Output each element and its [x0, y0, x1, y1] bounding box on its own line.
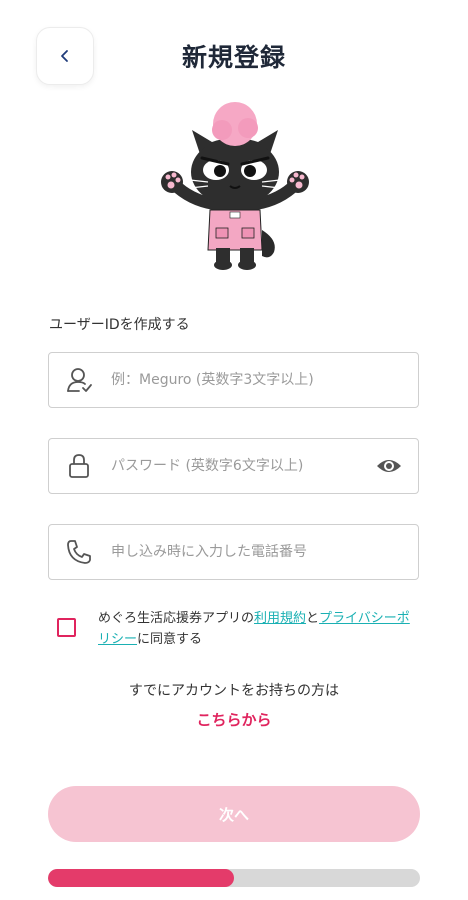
- lock-icon: [63, 450, 95, 482]
- next-button[interactable]: 次へ: [48, 786, 420, 842]
- agreement-text: めぐろ生活応援券アプリの利用規約とプライバシーポリシーに同意する: [98, 608, 418, 650]
- phone-input[interactable]: [109, 524, 418, 580]
- agreement-text-and: と: [306, 611, 320, 626]
- black-cat-mascot: [161, 102, 309, 270]
- have-account-text: すでにアカウントをお持ちの方は: [128, 683, 340, 699]
- password-field-wrapper[interactable]: [48, 438, 419, 494]
- agreement-text-before: めぐろ生活応援券アプリの: [98, 611, 255, 626]
- login-link[interactable]: こちらから: [0, 709, 468, 730]
- agreement-text-after: に同意する: [137, 632, 203, 647]
- progress-bar: [48, 869, 420, 887]
- page-title: 新規登録: [181, 43, 286, 72]
- user-icon: [63, 364, 95, 396]
- password-input[interactable]: [109, 438, 374, 494]
- phone-icon: [63, 536, 95, 568]
- progress-fill: [48, 869, 234, 887]
- user-id-input[interactable]: [109, 352, 418, 408]
- terms-link[interactable]: 利用規約: [254, 611, 306, 626]
- phone-field-wrapper[interactable]: [48, 524, 419, 580]
- eye-icon[interactable]: [374, 451, 404, 481]
- agreement-checkbox[interactable]: [57, 618, 76, 637]
- user-id-field-wrapper[interactable]: [48, 352, 419, 408]
- user-id-section-label: ユーザーIDを作成する: [49, 317, 190, 333]
